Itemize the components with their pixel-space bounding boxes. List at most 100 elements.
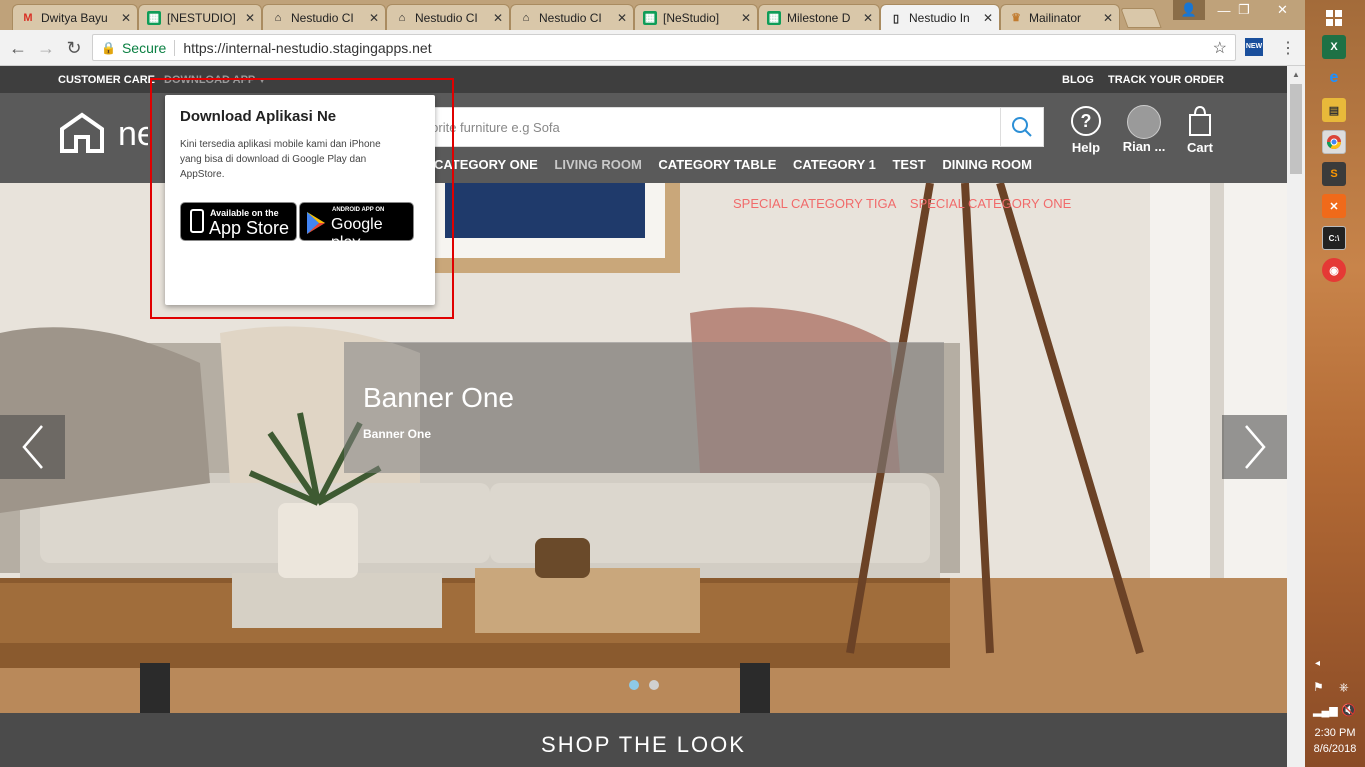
tab-gmail[interactable]: M Dwitya Bayu ✕ [12, 4, 138, 30]
internet-explorer-icon[interactable]: e [1322, 66, 1346, 90]
nav-category-1[interactable]: CATEGORY 1 [793, 157, 876, 172]
windows-start-icon[interactable] [1322, 6, 1346, 30]
nav-category-one[interactable]: CATEGORY ONE [434, 157, 538, 172]
nestudio-icon: ⌂ [522, 11, 530, 24]
close-icon[interactable]: ✕ [121, 11, 131, 25]
close-icon[interactable]: ✕ [245, 11, 255, 25]
nestudio-logo[interactable]: ne [58, 111, 156, 161]
mailinator-icon: ♛ [1011, 12, 1021, 24]
user-account-button[interactable]: Rian ... [1114, 105, 1174, 154]
carousel-dot-active[interactable] [629, 680, 639, 690]
tab-label: Nestudio In [909, 11, 970, 25]
signal-icon[interactable]: ▂▄▆ [1313, 704, 1338, 717]
tab-nestudio-2[interactable]: ⌂ Nestudio CI ✕ [386, 4, 510, 30]
special-category-links: SPECIAL CATEGORY TIGA SPECIAL CATEGORY O… [733, 196, 1081, 211]
download-app-link[interactable]: DOWNLOAD APP ▼ [164, 74, 266, 86]
shop-the-look-heading: SHOP THE LOOK [0, 713, 1287, 767]
forward-icon[interactable]: → [35, 37, 57, 59]
tab-nestudio-1[interactable]: ⌂ Nestudio CI ✕ [262, 4, 386, 30]
page-scrollbar[interactable]: ▲ [1287, 66, 1305, 767]
scroll-up-icon[interactable]: ▲ [1287, 70, 1305, 82]
close-icon[interactable]: ✕ [1103, 11, 1113, 25]
svg-text:?: ? [1081, 111, 1092, 131]
chrome-icon[interactable] [1322, 130, 1346, 154]
search-icon [1012, 117, 1032, 137]
carousel-dot[interactable] [649, 680, 659, 690]
scroll-thumb[interactable] [1290, 84, 1302, 174]
close-icon[interactable]: ✕ [983, 11, 993, 25]
google-play-button[interactable]: ANDROID APP ON Google play [299, 202, 414, 251]
app-store-button[interactable]: Available on the App Store [180, 202, 297, 241]
clock-time: 2:30 PM [1314, 727, 1356, 739]
nestudio-icon: ⌂ [274, 11, 282, 24]
google-play-icon [307, 212, 325, 234]
nav-test[interactable]: TEST [892, 157, 925, 172]
track-order-link[interactable]: TRACK YOUR ORDER [1108, 74, 1224, 86]
svg-text:ne: ne [118, 115, 148, 153]
sheets-icon: ▦ [643, 10, 657, 25]
tab-label: Nestudio CI [291, 10, 354, 25]
popup-description: Kini tersedia aplikasi mobile kami dan i… [180, 139, 381, 180]
nav-dining-room[interactable]: DINING ROOM [942, 157, 1032, 172]
help-button[interactable]: ? Help [1056, 105, 1116, 155]
tab-sheet-nestudio-2[interactable]: ▦ [NeStudio] ✕ [634, 4, 758, 30]
xampp-icon[interactable]: ✕ [1322, 194, 1346, 218]
user-profile-icon[interactable]: 👤 [1173, 0, 1205, 20]
sublime-text-icon[interactable]: S [1322, 162, 1346, 186]
cart-button[interactable]: Cart [1170, 105, 1230, 155]
blog-link[interactable]: BLOG [1062, 74, 1094, 86]
customer-care-link[interactable]: CUSTOMER CARE [58, 74, 155, 86]
search-box[interactable]: Find your favorite furniture e.g Sofa [343, 107, 1044, 147]
search-button[interactable] [1000, 108, 1043, 146]
tab-milestone[interactable]: ▦ Milestone D ✕ [758, 4, 880, 30]
bookmark-star-icon[interactable]: ☆ [1213, 38, 1227, 58]
network-icon[interactable]: ⎈ [1339, 680, 1349, 695]
tab-mailinator[interactable]: ♛ Mailinator ✕ [1000, 4, 1120, 30]
carousel-next-button[interactable] [1222, 415, 1287, 479]
banner-subtitle: Banner One [363, 427, 432, 441]
tab-nestudio-3[interactable]: ⌂ Nestudio CI ✕ [510, 4, 634, 30]
close-icon[interactable]: ✕ [369, 11, 379, 25]
clock-date: 8/6/2018 [1313, 743, 1357, 755]
extension-news-icon[interactable]: NEW [1245, 38, 1263, 56]
nav-living-room[interactable]: LIVING ROOM [554, 157, 641, 172]
special-category-one-link[interactable]: SPECIAL CATEGORY ONE [910, 196, 1071, 211]
reload-icon[interactable]: ↻ [63, 37, 85, 59]
special-category-tiga-link[interactable]: SPECIAL CATEGORY TIGA [733, 196, 896, 211]
category-nav: CATEGORY ONE LIVING ROOM CATEGORY TABLE … [434, 157, 1045, 172]
appstore-small-label: Available on the [210, 208, 279, 218]
tab-label: Mailinator [1029, 10, 1082, 25]
tab-nestudio-active[interactable]: ▯ Nestudio In ✕ [880, 4, 1000, 31]
system-clock[interactable]: 2:30 PM 8/6/2018 [1305, 725, 1365, 757]
appstore-big-label: App Store [209, 218, 290, 238]
file-explorer-icon[interactable]: ▤ [1322, 98, 1346, 122]
menu-dots-icon[interactable]: ⋮ [1280, 38, 1296, 58]
tray-expand-icon[interactable]: ◂ [1315, 658, 1320, 669]
close-window-icon[interactable]: ✕ [1260, 0, 1305, 20]
back-icon[interactable]: ← [7, 37, 29, 59]
close-icon[interactable]: ✕ [493, 11, 503, 25]
close-icon[interactable]: ✕ [617, 11, 627, 25]
screenshot-app-icon[interactable]: ◉ [1322, 258, 1346, 282]
nav-category-table[interactable]: CATEGORY TABLE [658, 157, 776, 172]
popup-title: Download Aplikasi Ne [180, 108, 337, 125]
address-bar[interactable]: 🔒 Secure https://internal-nestudio.stagi… [92, 34, 1236, 61]
new-tab-button[interactable] [1120, 8, 1162, 28]
volume-muted-icon[interactable]: 🔇 [1341, 703, 1356, 717]
close-icon[interactable]: ✕ [741, 11, 751, 25]
carousel-prev-button[interactable] [0, 415, 65, 479]
terminal-icon[interactable]: C:\ [1322, 226, 1346, 250]
sheets-icon: ▦ [767, 10, 781, 25]
flag-icon[interactable]: ⚑ [1313, 680, 1324, 694]
excel-icon[interactable]: X [1322, 35, 1346, 59]
tab-label: Nestudio CI [415, 10, 478, 25]
googleplay-big-label: Google play [331, 216, 383, 251]
page-icon: ▯ [892, 12, 900, 25]
restore-icon[interactable]: ❐ [1228, 0, 1260, 20]
banner-title: Banner One [363, 382, 514, 413]
download-app-label: DOWNLOAD APP [164, 74, 256, 86]
close-icon[interactable]: ✕ [863, 11, 873, 25]
avatar [1127, 105, 1161, 139]
tab-sheet-nestudio[interactable]: ▦ [NESTUDIO] ✕ [138, 4, 262, 30]
tab-label: Milestone D [787, 10, 851, 25]
